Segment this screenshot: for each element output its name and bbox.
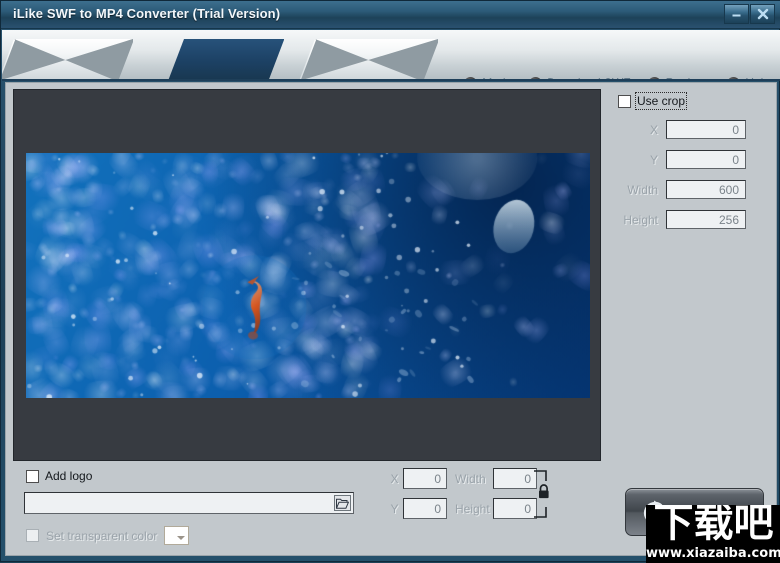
logo-path-input[interactable]	[24, 492, 354, 514]
window-controls	[724, 4, 775, 24]
logo-browse-button[interactable]	[334, 495, 351, 511]
transparent-color-checkbox[interactable]	[26, 529, 39, 542]
logo-width-label: Width	[455, 471, 486, 486]
crop-x-label: X	[649, 122, 658, 137]
video-preview-panel	[13, 89, 601, 461]
tab-strip: 1 Import 2 Edit 3 Setting M Mode ↓ Downl…	[2, 30, 780, 81]
download-icon: ↓	[529, 76, 543, 79]
crop-width-input[interactable]: 600	[666, 180, 746, 199]
logo-y-label: Y	[390, 501, 399, 516]
crop-width-row: Width 600	[618, 180, 770, 199]
transparent-color-swatch[interactable]	[164, 526, 190, 545]
crop-height-label: Height	[623, 212, 658, 227]
mode-icon: M	[464, 76, 478, 79]
logo-x-input[interactable]: 0	[403, 468, 447, 489]
crop-height-input[interactable]: 256	[666, 210, 746, 229]
application-window: iLike SWF to MP4 Converter (Trial Versio…	[0, 0, 780, 563]
transparent-color-label: Set transparent color	[46, 528, 158, 543]
menu-item-download-swf[interactable]: ↓ Download SWF	[529, 76, 631, 79]
add-logo-row[interactable]: Add logo	[26, 468, 92, 484]
logo-x-width-row: X 0 Width 0	[386, 468, 537, 489]
menu-item-register[interactable]: ✎ Register	[647, 76, 711, 79]
menu-item-register-label: Register	[666, 76, 711, 79]
tab-import[interactable]: 1 Import	[2, 39, 133, 81]
title-bar: iLike SWF to MP4 Converter (Trial Versio…	[1, 1, 780, 29]
minimize-icon	[732, 14, 741, 16]
crop-y-input[interactable]: 0	[666, 150, 746, 169]
watermark-overlay: 下载吧 www.xiazaiba.com	[646, 505, 780, 563]
menu-item-mode[interactable]: M Mode	[464, 76, 512, 79]
close-button[interactable]	[750, 4, 775, 24]
use-crop-label: Use crop	[634, 92, 688, 110]
window-title: iLike SWF to MP4 Converter (Trial Versio…	[13, 6, 281, 21]
logo-x-label: X	[390, 471, 399, 486]
menu-item-download-swf-label: Download SWF	[547, 76, 630, 79]
tab-setting[interactable]: 3 Setting	[299, 39, 438, 81]
top-menu: M Mode ↓ Download SWF ✎ Register ? Help	[464, 73, 770, 79]
logo-height-label: Height	[455, 501, 490, 516]
logo-y-input[interactable]: 0	[403, 498, 447, 519]
use-crop-row[interactable]: Use crop	[618, 92, 770, 110]
folder-open-icon	[336, 498, 349, 509]
logo-y-height-row: Y 0 Height 0	[386, 498, 537, 519]
close-icon	[757, 8, 768, 20]
help-icon: ?	[727, 76, 741, 79]
logo-width-input[interactable]: 0	[493, 468, 537, 489]
tab-edit[interactable]: 2 Edit	[168, 39, 284, 81]
main-panel: Use crop X 0 Y 0 Width 600 Height 256 Ad…	[5, 82, 777, 556]
menu-item-help[interactable]: ? Help	[727, 76, 770, 79]
menu-item-help-label: Help	[745, 76, 770, 79]
menu-item-mode-label: Mode	[482, 76, 512, 79]
crop-x-row: X 0	[618, 120, 770, 139]
aspect-ratio-lock[interactable]	[533, 468, 555, 520]
video-frame	[26, 153, 590, 398]
add-logo-checkbox[interactable]	[26, 469, 39, 483]
crop-height-row: Height 256	[618, 210, 770, 229]
crop-y-label: Y	[649, 152, 658, 167]
video-frame-image	[26, 153, 590, 398]
transparent-color-row[interactable]: Set transparent color	[26, 526, 190, 545]
key-icon: ✎	[647, 76, 661, 79]
lock-icon	[534, 470, 549, 518]
crop-x-input[interactable]: 0	[666, 120, 746, 139]
watermark-url: www.xiazaiba.com	[646, 546, 780, 561]
chevron-down-icon	[177, 536, 186, 540]
crop-y-row: Y 0	[618, 150, 770, 169]
watermark-text: 下载吧	[653, 505, 774, 546]
crop-width-label: Width	[627, 182, 658, 197]
minimize-button[interactable]	[724, 4, 749, 24]
add-logo-label: Add logo	[45, 469, 93, 483]
logo-height-input[interactable]: 0	[493, 498, 537, 519]
crop-settings-panel: Use crop X 0 Y 0 Width 600 Height 256	[618, 92, 770, 229]
use-crop-checkbox[interactable]	[618, 94, 631, 108]
logo-position-group: X 0 Width 0 Y 0 Height 0	[386, 468, 537, 528]
